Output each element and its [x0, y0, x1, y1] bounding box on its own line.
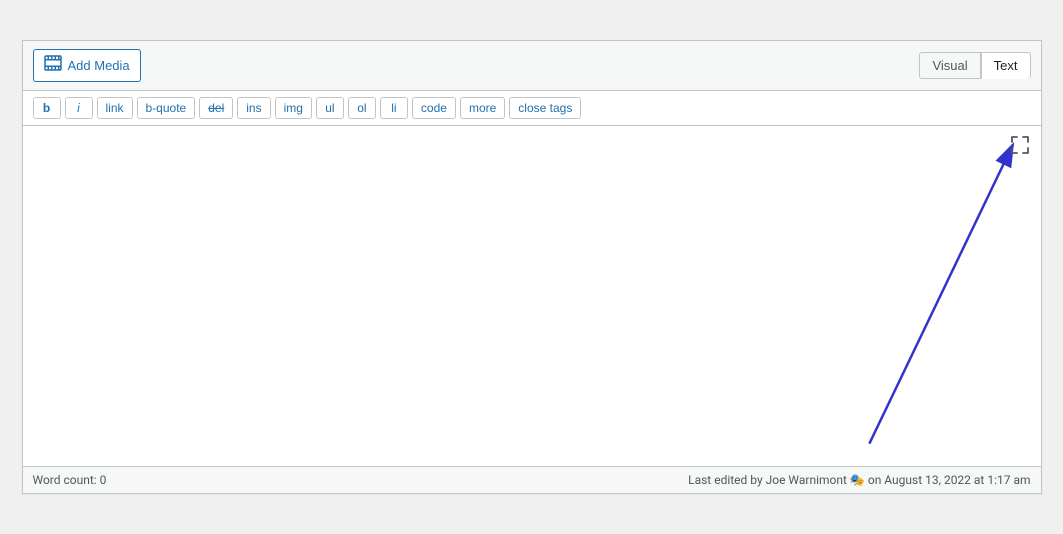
editor-area[interactable] [23, 126, 1041, 466]
add-media-icon [44, 55, 62, 76]
del-btn[interactable]: del [199, 97, 233, 119]
ul-btn[interactable]: ul [316, 97, 344, 119]
link-btn[interactable]: link [97, 97, 133, 119]
editor-container: Add Media Visual Text b i link b-quote d… [22, 40, 1042, 494]
tab-text[interactable]: Text [981, 52, 1031, 79]
user-emoji: 🎭 [850, 473, 868, 487]
bquote-btn[interactable]: b-quote [137, 97, 196, 119]
toolbar: b i link b-quote del ins img ul ol li co… [23, 91, 1041, 126]
last-edited-text: Last edited by Joe Warnimont 🎭 on August… [688, 473, 1030, 487]
add-media-label: Add Media [68, 58, 130, 73]
italic-btn[interactable]: i [65, 97, 93, 119]
ol-btn[interactable]: ol [348, 97, 376, 119]
tab-visual[interactable]: Visual [919, 52, 980, 79]
last-edited-label: Last edited by Joe Warnimont [688, 473, 847, 487]
img-btn[interactable]: img [275, 97, 312, 119]
editor-wrapper: Add Media Visual Text b i link b-quote d… [0, 0, 1063, 534]
editor-top-bar: Add Media Visual Text [23, 41, 1041, 91]
ins-btn[interactable]: ins [237, 97, 270, 119]
close-tags-btn[interactable]: close tags [509, 97, 581, 119]
bold-btn[interactable]: b [33, 97, 61, 119]
add-media-button[interactable]: Add Media [33, 49, 141, 82]
edit-date: on August 13, 2022 at 1:17 am [868, 473, 1031, 487]
code-btn[interactable]: code [412, 97, 456, 119]
more-btn[interactable]: more [460, 97, 505, 119]
annotation-arrow [23, 126, 1041, 466]
tab-buttons: Visual Text [919, 52, 1030, 79]
editor-footer: Word count: 0 Last edited by Joe Warnimo… [23, 466, 1041, 493]
fullscreen-button[interactable] [1007, 134, 1033, 161]
word-count: Word count: 0 [33, 473, 107, 487]
li-btn[interactable]: li [380, 97, 408, 119]
fullscreen-icon [1011, 136, 1029, 154]
